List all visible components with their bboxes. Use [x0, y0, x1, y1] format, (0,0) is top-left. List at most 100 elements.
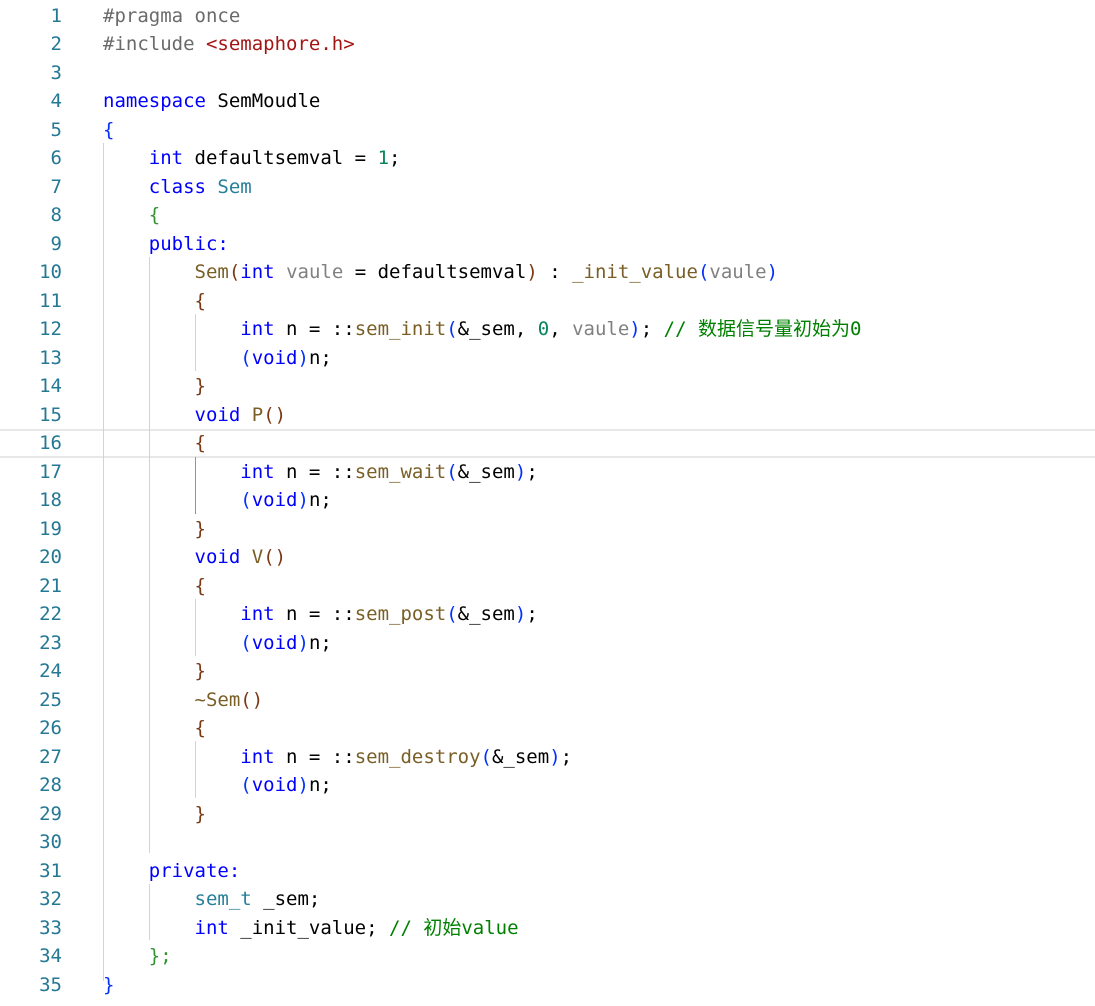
code-token: ( [446, 460, 458, 483]
code-line[interactable]: 14 } [0, 372, 1095, 401]
code-token: // 数据信号量初始为0 [663, 318, 862, 340]
code-token: n; [308, 489, 332, 511]
line-number: 27 [39, 745, 62, 768]
line-number: 16 [39, 432, 62, 454]
code-token: void [251, 346, 298, 369]
line-number: 10 [39, 261, 62, 283]
code-line[interactable]: 25 ~Sem() [0, 686, 1095, 715]
code-line[interactable]: 18 (void)n; [0, 486, 1095, 515]
code-text: (void)n; [103, 486, 332, 515]
line-number: 23 [39, 631, 62, 654]
code-text: }; [103, 942, 172, 971]
code-line[interactable]: 20 void V() [0, 543, 1095, 572]
line-number: 2 [50, 33, 62, 55]
code-line[interactable]: 12 int n = ::sem_init(&_sem, 0, vaule); … [0, 315, 1095, 344]
code-token: // 初始value [389, 916, 519, 939]
code-line[interactable]: 8 { [0, 201, 1095, 230]
code-token: n = :: [274, 460, 355, 483]
code-line[interactable]: 33 int _init_value; // 初始value [0, 914, 1095, 943]
line-number: 22 [39, 603, 62, 625]
line-number: 11 [39, 289, 62, 312]
line-number: 14 [39, 375, 62, 397]
code-text: (void)n; [103, 344, 332, 373]
code-token: public: [148, 232, 229, 255]
code-token: { [194, 574, 206, 597]
code-token: class [148, 175, 206, 198]
code-line[interactable]: 17 int n = ::sem_wait(&_sem); [0, 458, 1095, 487]
code-line[interactable]: 13 (void)n; [0, 344, 1095, 373]
code-token: 0 [537, 318, 550, 340]
code-text: (void)n; [103, 771, 332, 800]
code-token: _init_value; [228, 916, 389, 939]
code-token: } [194, 375, 206, 397]
code-token: 1 [377, 147, 390, 169]
code-token: &_sem, [457, 318, 538, 340]
code-line[interactable]: 22 int n = ::sem_post(&_sem); [0, 600, 1095, 629]
line-number: 7 [50, 175, 62, 198]
code-line[interactable]: 1 #pragma once [0, 2, 1095, 31]
line-number: 1 [50, 4, 62, 27]
line-number: 30 [39, 831, 62, 853]
code-token: { [194, 717, 206, 739]
code-line[interactable]: 31 private: [0, 857, 1095, 886]
indent-guide [195, 599, 196, 656]
code-editor[interactable]: 1 #pragma once 2 #include <semaphore.h> 3 4 na… [0, 0, 1095, 1006]
code-text: sem_t _sem; [103, 885, 321, 914]
code-line[interactable]: 35} [0, 971, 1095, 1000]
code-line[interactable]: 4 namespace SemMoudle [0, 87, 1095, 116]
code-line[interactable]: 6 int defaultsemval = 1; [0, 144, 1095, 173]
code-line[interactable]: 34 }; [0, 942, 1095, 971]
code-token: () [240, 688, 264, 711]
code-token: void [251, 489, 298, 511]
code-token: ( [480, 745, 492, 768]
code-line[interactable]: 2 #include <semaphore.h> [0, 30, 1095, 59]
code-text: #include <semaphore.h> [103, 30, 355, 59]
code-line[interactable]: 9 public: [0, 230, 1095, 259]
code-token: #pragma once [103, 4, 241, 27]
code-line[interactable]: 24 } [0, 657, 1095, 686]
line-number: 29 [39, 802, 62, 825]
code-token: } [194, 802, 206, 825]
code-line[interactable]: 23 (void)n; [0, 629, 1095, 658]
code-line[interactable]: 26 { [0, 714, 1095, 743]
code-line[interactable]: 32 sem_t _sem; [0, 885, 1095, 914]
code-token: n = :: [274, 603, 355, 625]
code-token: ) [514, 460, 527, 483]
code-line[interactable]: 29 } [0, 800, 1095, 829]
code-line[interactable]: 28 (void)n; [0, 771, 1095, 800]
code-line[interactable]: 19 } [0, 515, 1095, 544]
code-line[interactable]: 30 [0, 828, 1095, 857]
code-text: } [103, 372, 206, 401]
code-line[interactable]: 16 { [0, 429, 1095, 458]
indent-guide [103, 143, 104, 981]
code-token: ) [297, 489, 309, 511]
code-token: vaule [286, 261, 344, 283]
code-line[interactable]: 5{ [0, 116, 1095, 145]
line-number: 12 [39, 318, 62, 340]
code-line[interactable]: 3 [0, 59, 1095, 88]
code-line[interactable]: 21 { [0, 572, 1095, 601]
code-token: ( [228, 261, 241, 283]
code-text: { [103, 201, 160, 230]
code-token: int [240, 318, 275, 340]
code-text: ~Sem() [103, 686, 264, 715]
code-token: sem_post [354, 603, 447, 625]
line-number: 15 [39, 403, 62, 426]
code-token: } [103, 973, 115, 996]
code-line[interactable]: 11 { [0, 287, 1095, 316]
code-line[interactable]: 7 class Sem [0, 173, 1095, 202]
code-token: ( [240, 489, 252, 511]
code-text: } [103, 800, 206, 829]
line-number: 21 [39, 574, 62, 597]
line-number: 13 [39, 346, 62, 369]
code-text: int defaultsemval = 1; [103, 144, 401, 173]
code-line[interactable]: 15 void P() [0, 401, 1095, 430]
code-line[interactable]: 27 int n = ::sem_destroy(&_sem); [0, 743, 1095, 772]
code-token: #include [103, 33, 206, 55]
code-line[interactable]: 10 Sem(int vaule = defaultsemval) : _ini… [0, 258, 1095, 287]
